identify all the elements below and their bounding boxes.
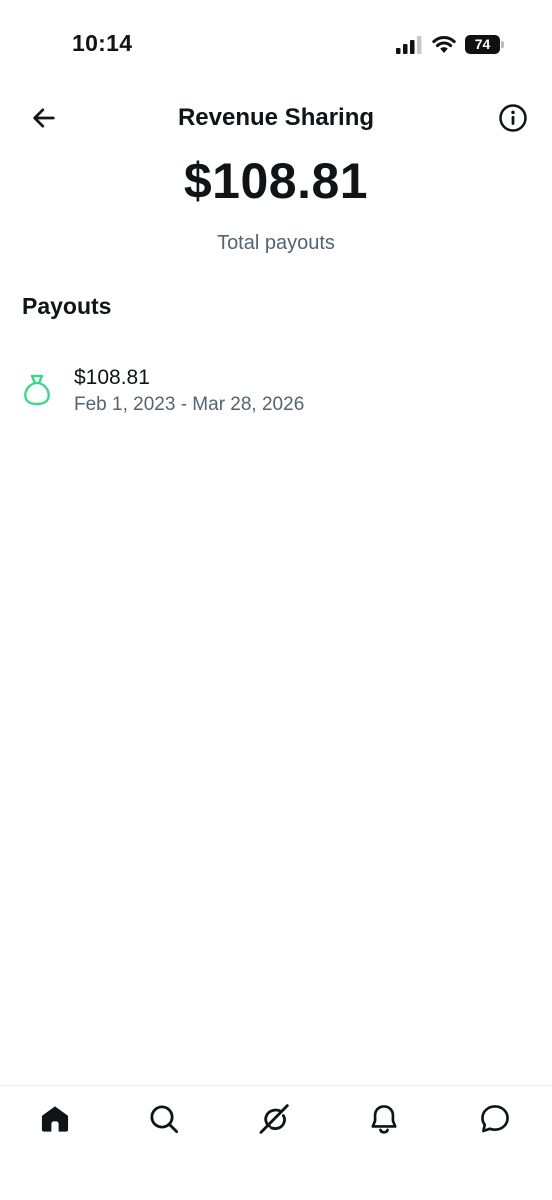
total-payouts-amount: $108.81	[183, 153, 369, 209]
grok-icon	[259, 1104, 289, 1134]
nav-grok[interactable]	[257, 1102, 291, 1136]
payout-list-item[interactable]: $108.81 Feb 1, 2023 - Mar 28, 2026	[0, 360, 552, 426]
info-icon	[499, 104, 527, 132]
messages-icon	[481, 1105, 509, 1133]
revenue-sharing-screen: 10:14 74 Revenue Sharing $108.81 Total p…	[0, 0, 552, 1200]
payouts-section-title: Payouts	[22, 293, 112, 319]
nav-messages[interactable]	[478, 1102, 512, 1136]
battery-indicator: 74	[465, 35, 505, 55]
info-button[interactable]	[496, 101, 530, 135]
home-icon	[41, 1106, 69, 1132]
bottom-navigation	[0, 1085, 552, 1200]
page-title: Revenue Sharing	[177, 104, 375, 131]
nav-notifications[interactable]	[367, 1102, 401, 1136]
money-bag-icon	[24, 374, 50, 406]
nav-home[interactable]	[38, 1102, 72, 1136]
status-bar: 10:14 74	[0, 0, 552, 90]
status-time: 10:14	[72, 30, 133, 56]
cellular-signal-icon	[396, 36, 422, 54]
notifications-icon	[371, 1105, 397, 1134]
wifi-icon	[432, 35, 456, 53]
battery-level: 74	[474, 36, 491, 52]
nav-search[interactable]	[147, 1102, 181, 1136]
search-icon	[150, 1105, 179, 1134]
payout-date-range: Feb 1, 2023 - Mar 28, 2026	[74, 394, 305, 415]
payout-amount: $108.81	[74, 366, 150, 389]
total-payouts-label: Total payouts	[217, 232, 335, 254]
